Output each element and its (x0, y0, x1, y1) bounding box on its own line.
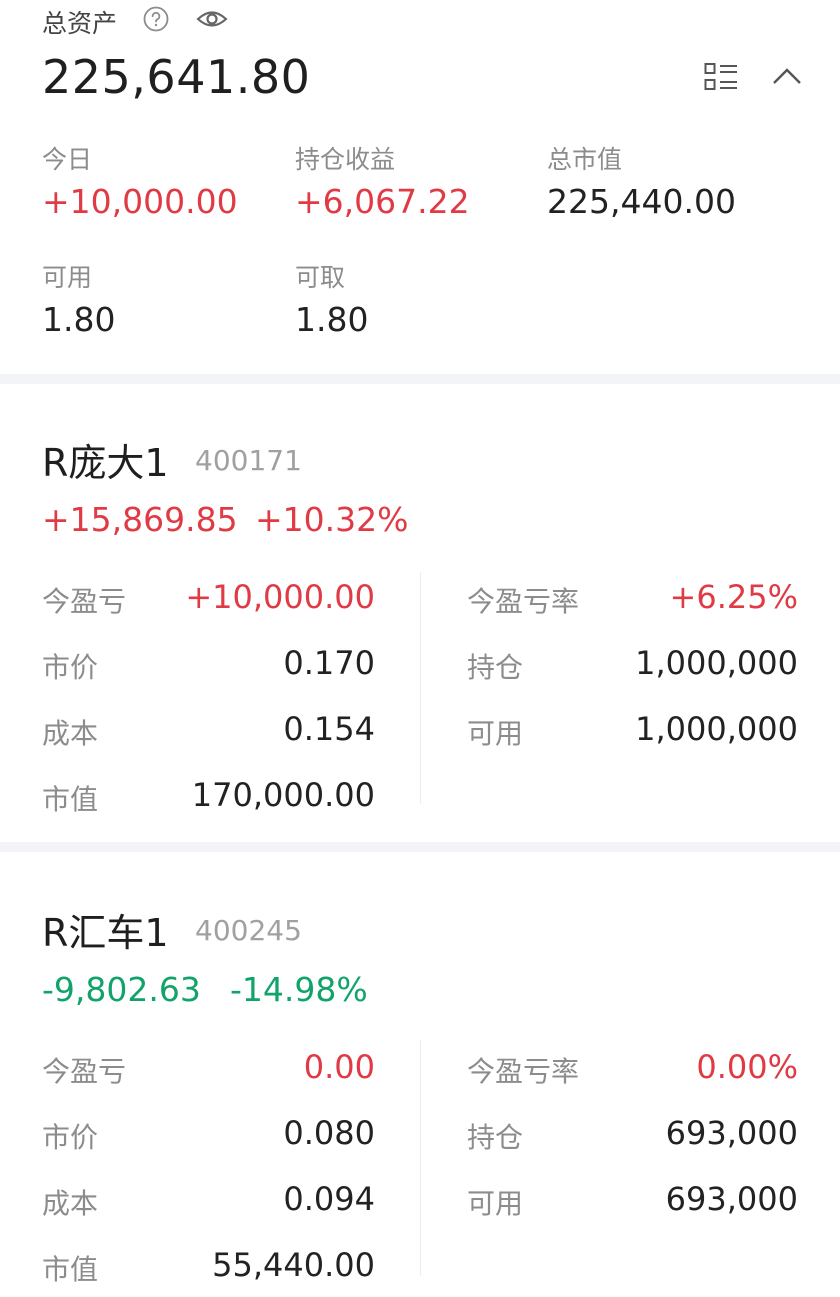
position-pnl-pct: +10.32% (255, 500, 409, 539)
position-pnl: +15,869.85 (42, 500, 238, 539)
holding-value: 693,000 (665, 1114, 798, 1152)
help-circle-icon[interactable] (143, 6, 169, 32)
stock-name: R汇车1 (42, 911, 169, 955)
stock-name: R庞大1 (42, 441, 169, 485)
market-price-value: 0.170 (283, 644, 375, 682)
position-pnl: -9,802.63 (42, 970, 201, 1009)
market-value-label: 市值 (42, 783, 99, 816)
market-value-value: 170,000.00 (191, 776, 375, 814)
stat-market-value-value: 225,440.00 (547, 182, 736, 221)
stock-code: 400171 (195, 444, 302, 477)
holding-label: 持仓 (467, 651, 524, 684)
stat-holding-pnl-label: 持仓收益 (295, 145, 396, 174)
column-divider (420, 572, 421, 804)
available-value: 1,000,000 (635, 710, 798, 748)
market-price-label: 市价 (42, 651, 99, 684)
section-divider (0, 842, 840, 852)
holding-label: 持仓 (467, 1121, 524, 1154)
market-price-label: 市价 (42, 1121, 99, 1154)
today-pnl-value: 0.00 (303, 1048, 375, 1086)
total-assets-label: 总资产 (42, 9, 118, 38)
stat-today-label: 今日 (42, 145, 93, 174)
market-value-value: 55,440.00 (212, 1246, 375, 1284)
position-card[interactable]: R庞大1 400171 +15,869.85 +10.32% 今盈亏 +10,0… (0, 384, 840, 842)
market-value-label: 市值 (42, 1253, 99, 1286)
today-pnl-label: 今盈亏 (42, 1055, 127, 1088)
stat-market-value-label: 总市值 (547, 145, 623, 174)
cost-value: 0.154 (283, 710, 375, 748)
cost-label: 成本 (42, 1187, 99, 1220)
asset-summary: 总资产 225,641.80 今日 +10,000.00 持仓收益 +6,067… (0, 0, 840, 374)
available-label: 可用 (467, 717, 524, 750)
position-card[interactable]: R汇车1 400245 -9,802.63 -14.98% 今盈亏 0.00 市… (0, 852, 840, 1297)
column-divider (420, 1040, 421, 1276)
section-divider (0, 374, 840, 384)
today-pnl-rate-value: +6.25% (669, 578, 798, 616)
cost-value: 0.094 (283, 1180, 375, 1218)
today-pnl-label: 今盈亏 (42, 585, 127, 618)
holding-value: 1,000,000 (635, 644, 798, 682)
market-price-value: 0.080 (283, 1114, 375, 1152)
today-pnl-rate-label: 今盈亏率 (467, 585, 580, 618)
eye-icon[interactable] (196, 8, 228, 30)
stat-available-label: 可用 (42, 263, 93, 292)
stat-available-value: 1.80 (42, 300, 116, 339)
today-pnl-rate-value: 0.00% (696, 1048, 798, 1086)
stat-holding-pnl-value: +6,067.22 (295, 182, 470, 221)
chevron-up-icon[interactable] (772, 66, 802, 86)
stat-withdrawable-value: 1.80 (295, 300, 369, 339)
position-pnl-pct: -14.98% (230, 970, 368, 1009)
stat-withdrawable-label: 可取 (295, 263, 346, 292)
available-label: 可用 (467, 1187, 524, 1220)
stock-code: 400245 (195, 914, 302, 947)
today-pnl-value: +10,000.00 (185, 578, 375, 616)
cost-label: 成本 (42, 717, 99, 750)
stat-today-value: +10,000.00 (42, 182, 238, 221)
today-pnl-rate-label: 今盈亏率 (467, 1055, 580, 1088)
total-assets-value: 225,641.80 (42, 50, 311, 104)
list-icon[interactable] (704, 62, 738, 92)
available-value: 693,000 (665, 1180, 798, 1218)
